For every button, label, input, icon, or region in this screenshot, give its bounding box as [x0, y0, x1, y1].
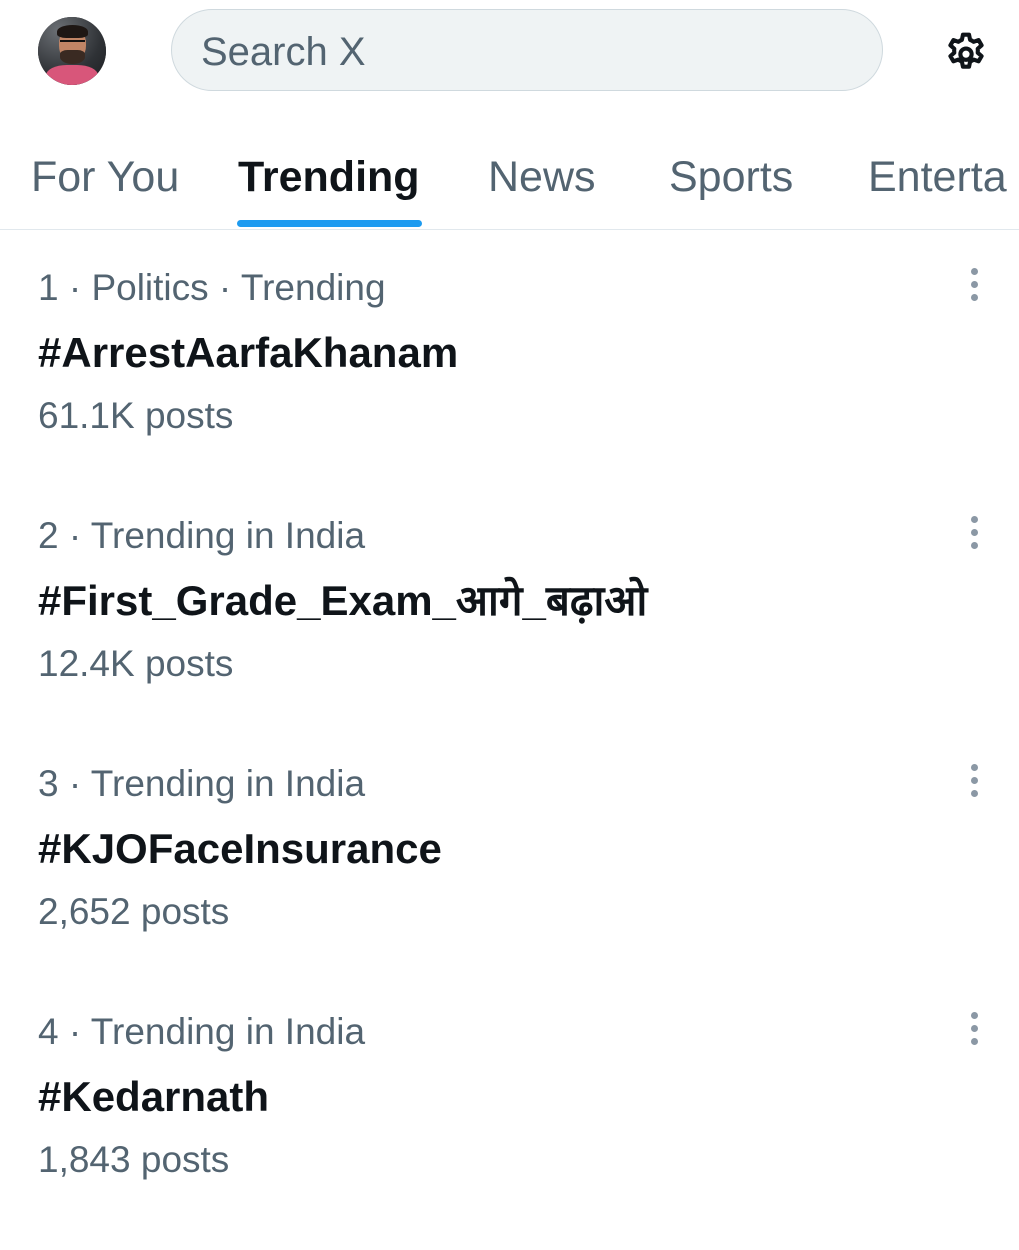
top-bar: Search X [0, 0, 1019, 110]
gear-icon-svg [948, 32, 984, 69]
trend-name[interactable]: #First_Grade_Exam_आगे_बढ़ाओ [38, 576, 647, 626]
trend-post-count: 1,843 posts [38, 1139, 230, 1180]
trend-post-count: 2,652 posts [38, 891, 230, 932]
more-dot [971, 1025, 978, 1032]
active-tab-indicator [237, 220, 422, 227]
tab-sports[interactable]: Sports [669, 152, 793, 202]
more-dot [971, 516, 978, 523]
trend-item[interactable]: 4 · Trending in India #Kedarnath 1,843 p… [0, 1010, 1019, 1250]
trend-meta: 3 · Trending in India [38, 763, 366, 804]
more-dot [971, 1038, 978, 1045]
avatar-shirt [46, 65, 98, 85]
more-dot [971, 777, 978, 784]
gear-icon[interactable] [940, 26, 992, 78]
more-options-icon[interactable] [958, 1010, 992, 1050]
profile-avatar[interactable] [38, 17, 106, 85]
search-input[interactable]: Search X [171, 9, 883, 91]
tab-entertainment[interactable]: Enterta [868, 152, 1007, 202]
more-dot [971, 294, 978, 301]
trend-meta: 4 · Trending in India [38, 1011, 366, 1052]
trend-meta: 2 · Trending in India [38, 515, 366, 556]
more-dot [971, 268, 978, 275]
trend-name[interactable]: #Kedarnath [38, 1072, 269, 1122]
trend-item[interactable]: 3 · Trending in India #KJOFaceInsurance … [0, 762, 1019, 1002]
trend-name[interactable]: #ArrestAarfaKhanam [38, 328, 458, 378]
more-options-icon[interactable] [958, 514, 992, 554]
more-options-icon[interactable] [958, 266, 992, 306]
avatar-beard [60, 50, 85, 64]
trend-post-count: 12.4K posts [38, 643, 234, 684]
search-placeholder: Search X [201, 30, 366, 74]
tab-news[interactable]: News [488, 152, 596, 202]
avatar-glasses [60, 40, 85, 48]
more-dot [971, 542, 978, 549]
tab-trending[interactable]: Trending [238, 152, 420, 202]
more-dot [971, 529, 978, 536]
tab-for-you[interactable]: For You [31, 152, 179, 202]
trend-post-count: 61.1K posts [38, 395, 234, 436]
avatar-hair [57, 25, 88, 38]
more-dot [971, 281, 978, 288]
more-dot [971, 764, 978, 771]
trend-name[interactable]: #KJOFaceInsurance [38, 824, 442, 874]
trend-item[interactable]: 1 · Politics · Trending #ArrestAarfaKhan… [0, 266, 1019, 506]
trend-meta: 1 · Politics · Trending [38, 267, 386, 308]
more-dot [971, 790, 978, 797]
explore-tabs: For You Trending News Sports Enterta [0, 120, 1019, 230]
more-dot [971, 1012, 978, 1019]
trend-item[interactable]: 2 · Trending in India #First_Grade_Exam_… [0, 514, 1019, 754]
more-options-icon[interactable] [958, 762, 992, 802]
